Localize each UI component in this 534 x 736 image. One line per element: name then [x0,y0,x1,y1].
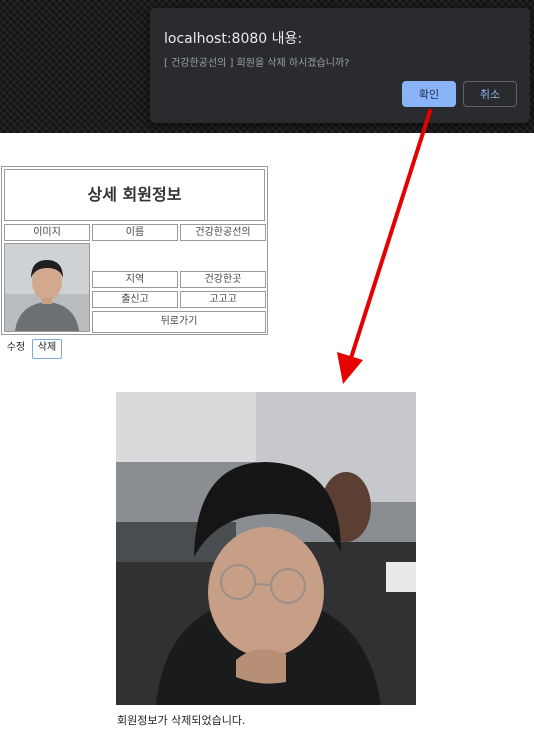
red-arrow-annotation [337,109,432,384]
